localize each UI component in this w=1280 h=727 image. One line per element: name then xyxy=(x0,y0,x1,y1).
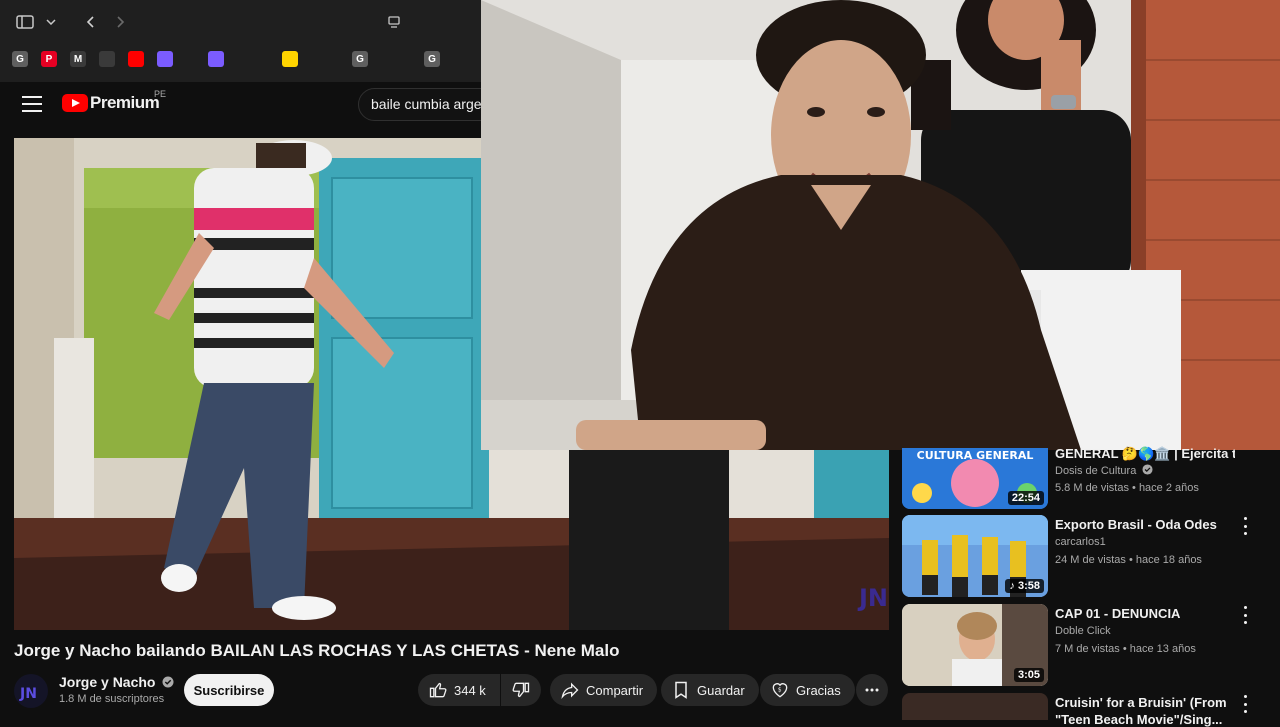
rec-channel-label[interactable]: Dosis de Cultura xyxy=(1055,465,1136,477)
share-button[interactable]: Compartir xyxy=(550,674,658,706)
address-bar-icon[interactable] xyxy=(381,9,407,35)
bookmark-icon xyxy=(675,681,687,699)
logo-text: Premium xyxy=(90,93,160,112)
dislike-button[interactable] xyxy=(501,674,541,706)
more-vert-icon[interactable] xyxy=(1240,695,1250,713)
more-vert-icon[interactable] xyxy=(1240,517,1250,535)
tab-app-icon[interactable] xyxy=(208,51,224,67)
rec-title[interactable]: Cruisin' for a Bruisin' (From xyxy=(1055,695,1235,710)
super-thanks-icon: $ xyxy=(772,683,788,698)
channel-avatar[interactable]: JN xyxy=(14,674,48,708)
youtube-play-icon xyxy=(62,94,88,112)
channel-name[interactable]: Jorge y Nacho xyxy=(59,674,174,690)
channel-avatar-text: JN xyxy=(19,686,37,702)
webcam-overlay xyxy=(481,0,1280,450)
duration-badge: 22:54 xyxy=(1007,491,1044,505)
thumbs-up-icon xyxy=(429,682,447,698)
headphones-icon[interactable] xyxy=(99,51,115,67)
subscribe-button[interactable]: Suscribirse xyxy=(184,674,274,706)
country-code: PE xyxy=(154,89,167,99)
verified-icon xyxy=(162,676,174,688)
verified-icon xyxy=(1142,464,1153,475)
rec-meta: 7 M de vistas • hace 13 años xyxy=(1055,643,1196,655)
back-icon[interactable] xyxy=(77,9,103,35)
duration-badge: ♪ 3:58 xyxy=(1005,579,1044,593)
yellow-tab-icon[interactable] xyxy=(282,51,298,67)
rec-meta: 5.8 M de vistas • hace 2 años xyxy=(1055,482,1199,494)
tab-app-icon[interactable] xyxy=(157,51,173,67)
rec-channel[interactable]: Dosis de Cultura xyxy=(1055,464,1153,477)
channel-name-label[interactable]: Jorge y Nacho xyxy=(59,674,155,690)
pinterest-icon[interactable]: P xyxy=(41,51,57,67)
google-g-icon[interactable]: G xyxy=(352,51,368,67)
rec-title[interactable]: CAP 01 - DENUNCIA xyxy=(1055,606,1235,621)
like-count: 344 k xyxy=(454,682,486,698)
duration-badge: 3:05 xyxy=(1013,668,1044,682)
rec-thumbnail[interactable]: CULTURA GENERAL 22:54 xyxy=(902,448,1048,509)
more-horizontal-icon xyxy=(865,688,879,692)
svg-text:$: $ xyxy=(778,688,782,694)
share-label: Compartir xyxy=(586,682,644,698)
more-vert-icon[interactable] xyxy=(1240,606,1250,624)
rec-thumbnail[interactable]: 3:05 xyxy=(902,604,1048,686)
more-actions-button[interactable] xyxy=(856,674,888,706)
google-g-icon[interactable]: G xyxy=(424,51,440,67)
thanks-label: Gracias xyxy=(796,682,841,698)
thanks-button[interactable]: $ Gracias xyxy=(760,674,855,706)
chevron-down-icon[interactable] xyxy=(38,9,64,35)
rec-meta: 24 M de vistas • hace 18 años xyxy=(1055,554,1202,566)
menu-icon[interactable] xyxy=(22,96,42,112)
google-g-icon[interactable]: G xyxy=(12,51,28,67)
rec-channel[interactable]: Doble Click xyxy=(1055,625,1111,637)
save-label: Guardar xyxy=(697,682,745,698)
like-button[interactable]: 344 k xyxy=(418,674,500,706)
thumbs-down-icon xyxy=(512,682,530,698)
gmail-icon[interactable]: M xyxy=(70,51,86,67)
webcam-frame xyxy=(481,0,1280,450)
channel-watermark: JN xyxy=(857,584,888,612)
sidebar-toggle-icon[interactable] xyxy=(12,9,38,35)
duration-text: 3:58 xyxy=(1017,580,1040,592)
subscriber-count: 1.8 M de suscriptores xyxy=(59,693,165,705)
thumb-text: CULTURA GENERAL xyxy=(917,449,1034,462)
rec-thumbnail[interactable] xyxy=(902,693,1048,720)
youtube-logo[interactable]: Premium xyxy=(62,93,160,113)
search-input[interactable]: baile cumbia arge xyxy=(358,88,498,121)
rec-title[interactable]: Exporto Brasil - Oda Odes xyxy=(1055,517,1235,532)
youtube-header: Premium PE baile cumbia arge xyxy=(0,82,498,138)
rec-title[interactable]: GENERAL 🤔🌎🏛️ | Ejercita t... xyxy=(1055,446,1235,462)
youtube-icon[interactable] xyxy=(128,51,144,67)
share-icon xyxy=(561,682,579,700)
forward-icon[interactable] xyxy=(108,9,134,35)
rec-channel[interactable]: carcarlos1 xyxy=(1055,536,1106,548)
rec-thumbnail[interactable]: ♪ 3:58 xyxy=(902,515,1048,597)
video-title: Jorge y Nacho bailando BAILAN LAS ROCHAS… xyxy=(14,641,620,660)
save-button[interactable]: Guardar xyxy=(661,674,759,706)
browser-toolbar: GPMGG xyxy=(0,0,481,82)
